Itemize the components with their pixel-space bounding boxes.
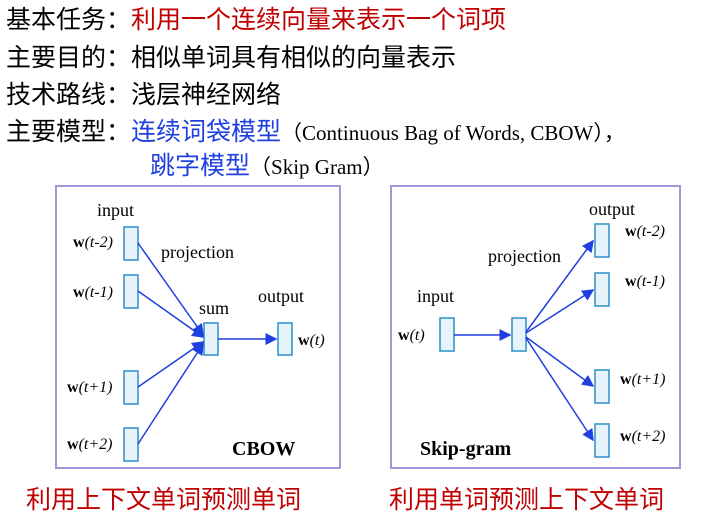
cbow-diagram-panel: input projection sum output w(t-2) w(t-1… xyxy=(55,185,341,469)
skipgram-arrow-2 xyxy=(525,289,595,334)
cbow-output-label: output xyxy=(258,286,304,306)
skipgram-model-english: （Skip Gram） xyxy=(250,155,384,179)
cbow-input-label-t+1: w(t+1) xyxy=(67,379,112,396)
cbow-diagram: input projection sum output w(t-2) w(t-1… xyxy=(67,200,325,462)
skipgram-projection-box xyxy=(511,317,527,352)
skipgram-output-box-t+2 xyxy=(594,423,610,458)
skipgram-input-box xyxy=(439,317,455,352)
skipgram-input-label: input xyxy=(417,286,454,306)
skipgram-projection-label: projection xyxy=(488,246,561,266)
cbow-projection-label: projection xyxy=(161,242,234,262)
cbow-input-label: input xyxy=(97,200,134,220)
skipgram-input-word-label: w(t) xyxy=(398,327,425,344)
cbow-sum-label: sum xyxy=(199,298,229,318)
models-line: 主要模型：连续词袋模型（Continuous Bag of Words, CBO… xyxy=(6,116,625,149)
cbow-arrow-2 xyxy=(137,290,205,338)
cbow-output-word-label: w(t) xyxy=(298,332,325,349)
skipgram-output-word-label-t-1: w(t-1) xyxy=(625,273,665,290)
goal-value: 相似单词具有相似的向量表示 xyxy=(131,43,457,72)
cbow-model-name: 连续词袋模型 xyxy=(131,117,282,146)
skipgram-arrow-4 xyxy=(525,337,594,442)
skipgram-arrow-3 xyxy=(525,336,595,387)
cbow-input-box-t+2 xyxy=(123,427,139,462)
cbow-output-box xyxy=(277,322,293,356)
skipgram-caption: 利用单词预测上下文单词 xyxy=(389,485,665,514)
skipgram-output-word-label-t-2: w(t-2) xyxy=(625,223,665,240)
skipgram-diagram: output projection input w(t) w(t-2) w(t-… xyxy=(398,199,665,460)
cbow-input-box-t-2 xyxy=(123,226,139,261)
skipgram-output-box-t-1 xyxy=(594,272,610,307)
approach-label: 技术路线： xyxy=(6,80,132,109)
approach-line: 技术路线：浅层神经网络 xyxy=(6,79,281,111)
skipgram-model-name: 跳字模型 xyxy=(150,151,251,180)
skipgram-output-word-label-t+2: w(t+2) xyxy=(620,428,665,445)
task-label: 基本任务： xyxy=(6,5,132,34)
cbow-input-label-t+2: w(t+2) xyxy=(67,436,112,453)
goal-line: 主要目的：相似单词具有相似的向量表示 xyxy=(6,42,456,74)
cbow-arrow-4 xyxy=(137,342,204,445)
cbow-arrow-3 xyxy=(137,341,205,388)
skipgram-model-line: 跳字模型（Skip Gram） xyxy=(150,150,384,183)
skipgram-output-label: output xyxy=(589,199,635,219)
cbow-caption: 利用上下文单词预测单词 xyxy=(26,485,302,514)
task-line: 基本任务：利用一个连续向量来表示一个词项 xyxy=(6,4,506,36)
skipgram-title: Skip-gram xyxy=(420,438,511,460)
cbow-input-box-t-1 xyxy=(123,274,139,309)
approach-value: 浅层神经网络 xyxy=(131,80,282,109)
skipgram-output-box-t-2 xyxy=(594,223,610,258)
cbow-title: CBOW xyxy=(232,438,295,460)
models-label: 主要模型： xyxy=(6,117,132,146)
cbow-model-english: （Continuous Bag of Words, CBOW）， xyxy=(281,121,625,145)
cbow-input-label-t-1: w(t-1) xyxy=(73,284,113,301)
cbow-input-box-t+1 xyxy=(123,370,139,405)
task-value: 利用一个连续向量来表示一个词项 xyxy=(131,5,507,34)
skipgram-output-word-label-t+1: w(t+1) xyxy=(620,371,665,388)
skipgram-diagram-panel: output projection input w(t) w(t-2) w(t-… xyxy=(390,185,681,469)
cbow-input-label-t-2: w(t-2) xyxy=(73,234,113,251)
goal-label: 主要目的： xyxy=(6,43,132,72)
skipgram-output-box-t+1 xyxy=(594,369,610,404)
cbow-sum-box xyxy=(203,322,219,356)
